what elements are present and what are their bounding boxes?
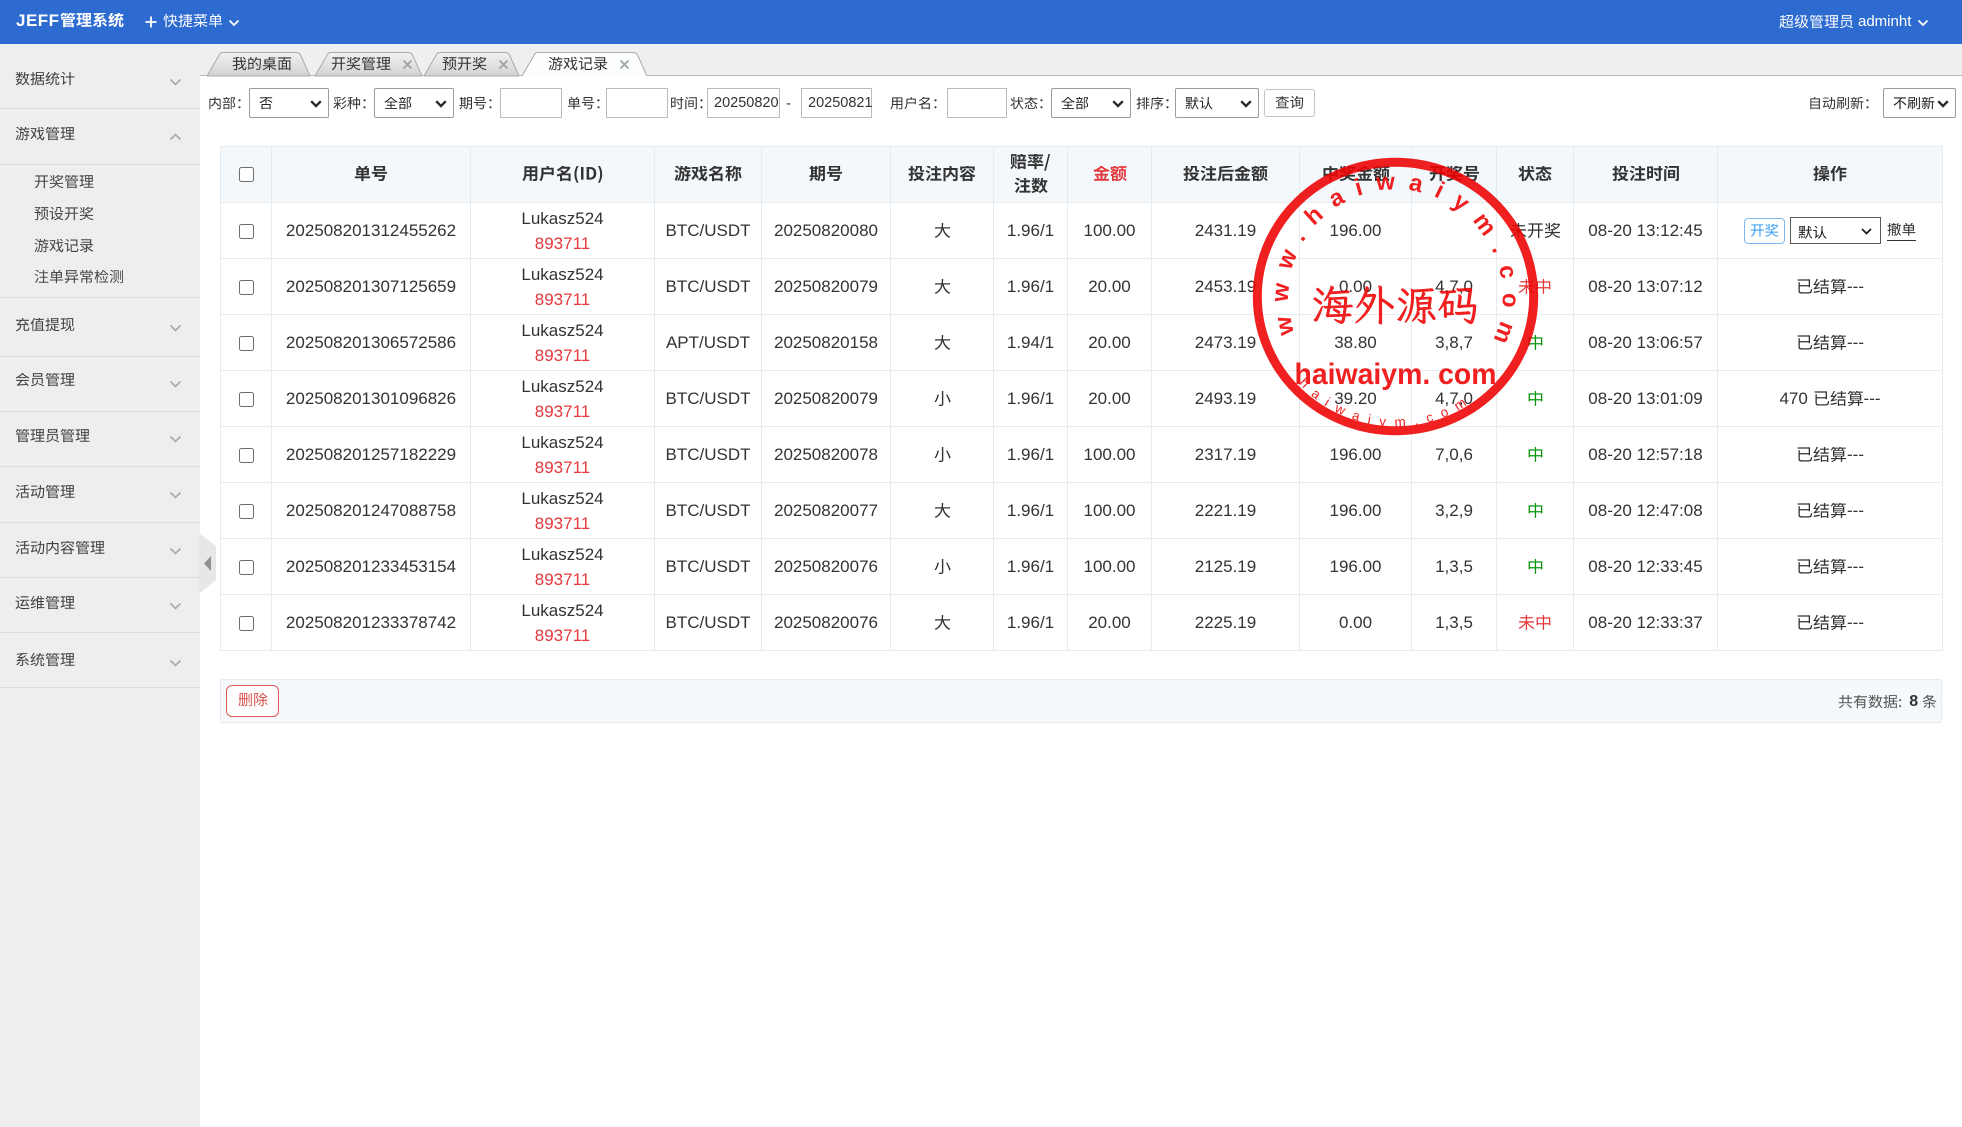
svg-text:haiwaiym. com: haiwaiym. com [1295,358,1497,391]
